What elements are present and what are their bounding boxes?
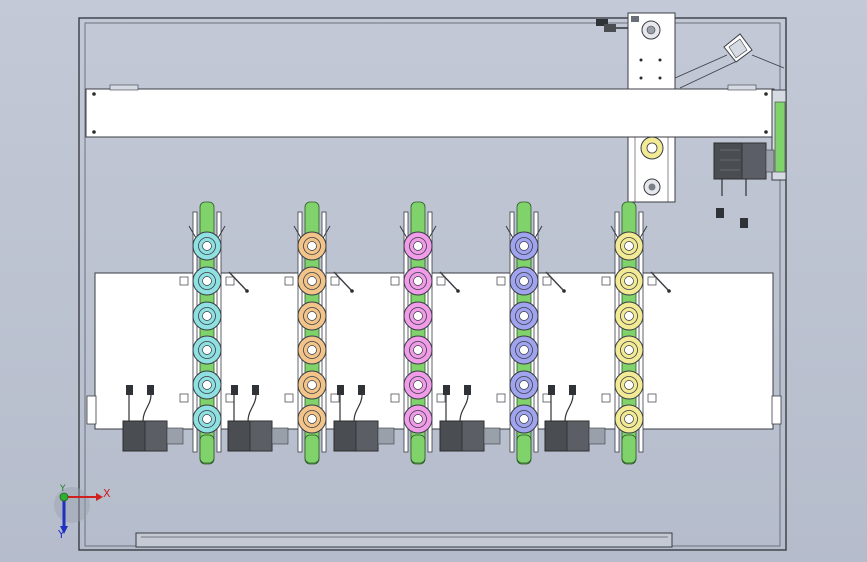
guide-foot <box>516 434 532 464</box>
roller-bore <box>413 241 423 251</box>
cable-plug <box>231 385 238 395</box>
bracket-right <box>330 276 340 286</box>
sensor-tip <box>562 289 566 293</box>
roller-bore <box>413 311 423 321</box>
roller-bore <box>202 311 212 321</box>
bracket-left <box>496 276 506 286</box>
roller-bore <box>413 345 423 355</box>
bracket-right <box>647 393 657 403</box>
roller-bore <box>624 345 634 355</box>
cable-plug <box>358 385 365 395</box>
cable-plug <box>464 385 471 395</box>
bracket-right <box>330 393 340 403</box>
bracket-left <box>179 393 189 403</box>
roller-bore <box>307 241 317 251</box>
bracket-right <box>436 276 446 286</box>
bracket-left <box>601 393 611 403</box>
bracket-right <box>542 276 552 286</box>
cable-plug <box>337 385 344 395</box>
roller-bore <box>307 380 317 390</box>
motor-coupling <box>588 427 606 445</box>
cable-plug <box>252 385 259 395</box>
motor-coupling <box>483 427 501 445</box>
z-axis-label: Y <box>60 484 66 494</box>
roller-bore <box>519 276 529 286</box>
roller-bore <box>413 380 423 390</box>
sensor-tip <box>350 289 354 293</box>
roller-bore <box>624 380 634 390</box>
top-beam <box>85 88 775 138</box>
cable-connector-top <box>596 19 628 32</box>
cable-plug <box>443 385 450 395</box>
cad-assembly-view <box>54 12 787 551</box>
cable-plug <box>126 385 133 395</box>
guide-foot <box>621 434 637 464</box>
bracket-left <box>284 393 294 403</box>
bracket-left <box>601 276 611 286</box>
roller-bore <box>413 276 423 286</box>
camera-sensor <box>674 33 785 89</box>
cable-plug <box>548 385 555 395</box>
x-axis-label: X <box>103 487 111 500</box>
roller-bore <box>413 414 423 424</box>
z-axis-dot <box>59 492 69 502</box>
y-axis-label: Y <box>58 528 65 541</box>
sensor-tip <box>667 289 671 293</box>
motor-flange <box>566 420 590 452</box>
bracket-left <box>179 276 189 286</box>
roller-bore <box>519 414 529 424</box>
roller-bore <box>624 311 634 321</box>
motor-flange <box>461 420 485 452</box>
motor-flange <box>144 420 168 452</box>
roller-bore <box>624 276 634 286</box>
guide-foot <box>410 434 426 464</box>
roller-bore <box>519 241 529 251</box>
cable-plug <box>569 385 576 395</box>
roller-bore <box>307 414 317 424</box>
bracket-right <box>436 393 446 403</box>
roller-bore <box>307 311 317 321</box>
roller-bore <box>519 311 529 321</box>
bracket-right <box>225 393 235 403</box>
sensor-tip <box>456 289 460 293</box>
roller-bore <box>202 276 212 286</box>
motor-flange <box>355 420 379 452</box>
roller-bore <box>624 414 634 424</box>
cable-plug <box>147 385 154 395</box>
roller-bore <box>202 345 212 355</box>
bracket-left <box>284 276 294 286</box>
guide-foot <box>199 434 215 464</box>
bracket-left <box>390 393 400 403</box>
bracket-left <box>496 393 506 403</box>
motor-flange <box>249 420 273 452</box>
roller-bore <box>624 241 634 251</box>
guide-foot <box>304 434 320 464</box>
bottom-rail <box>135 532 673 548</box>
motor-coupling <box>166 427 184 445</box>
roller-bore <box>202 414 212 424</box>
bracket-right <box>225 276 235 286</box>
roller-bore <box>202 241 212 251</box>
sensor-tip <box>245 289 249 293</box>
roller-bore <box>307 345 317 355</box>
roller-bore <box>519 345 529 355</box>
bracket-right <box>542 393 552 403</box>
motor-coupling <box>271 427 289 445</box>
bracket-left <box>390 276 400 286</box>
bracket-right <box>647 276 657 286</box>
motor-coupling <box>377 427 395 445</box>
roller-bore <box>202 380 212 390</box>
roller-bore <box>307 276 317 286</box>
roller-bore <box>519 380 529 390</box>
